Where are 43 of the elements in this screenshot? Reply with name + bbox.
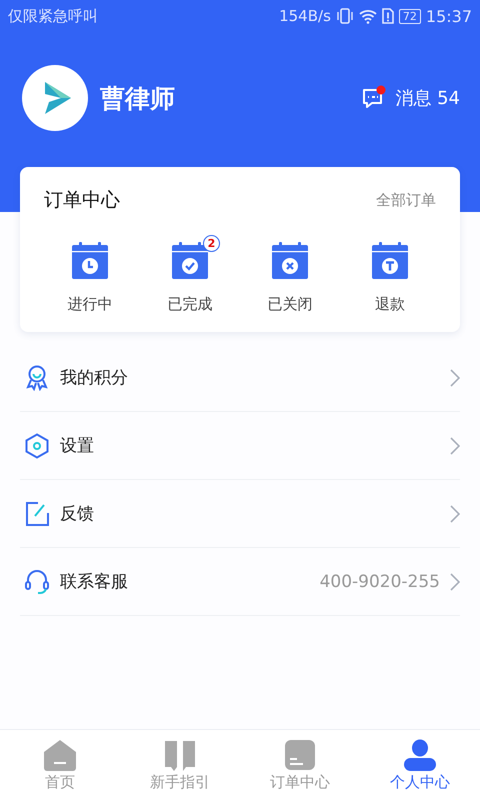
menu-label: 设置 [60, 435, 95, 457]
order-status-item[interactable]: 退款 [344, 233, 436, 314]
menu-icon [24, 568, 50, 594]
menu-label: 我的积分 [60, 367, 129, 389]
tab[interactable]: 个人中心 [360, 730, 480, 800]
vibrate-icon [336, 8, 354, 24]
tab-icon [283, 738, 317, 770]
chevron-right-icon [450, 436, 460, 454]
menu-icon [24, 432, 50, 458]
count-badge: 2 [203, 235, 220, 252]
order-status-item[interactable]: 2 已完成 [144, 233, 236, 314]
message-icon[interactable] [361, 85, 388, 111]
menu-item[interactable]: 反馈 [20, 480, 460, 548]
chevron-right-icon [450, 504, 460, 522]
menu-label: 反馈 [60, 503, 95, 525]
menu-icon [24, 364, 50, 390]
tab-icon [43, 738, 77, 770]
calendar-icon [272, 241, 308, 279]
calendar-icon [372, 241, 408, 279]
menu-item[interactable]: 联系客服 400-9020-255 [20, 548, 460, 616]
card-title: 订单中心 [44, 188, 120, 213]
wifi-icon [358, 8, 377, 24]
clock-text: 15:37 [426, 6, 472, 26]
menu-label: 联系客服 [60, 571, 129, 593]
menu-icon [24, 500, 50, 526]
carrier-text: 仅限紧急呼叫 [8, 6, 98, 26]
menu-item[interactable]: 设置 [20, 412, 460, 480]
tab-icon [163, 738, 197, 770]
order-status-item[interactable]: 进行中 [44, 233, 136, 314]
calendar-icon [172, 241, 208, 279]
menu-item[interactable]: 我的积分 [20, 344, 460, 412]
calendar-icon [72, 241, 108, 279]
tab-icon [403, 738, 437, 770]
order-status-item[interactable]: 已关闭 [244, 233, 336, 314]
messages-link[interactable]: 消息 54 [395, 86, 460, 110]
user-name: 曹律师 [100, 82, 176, 114]
network-speed: 154B/s [279, 7, 331, 25]
all-orders-link[interactable]: 全部订单 [376, 190, 436, 210]
battery-indicator: 72 [398, 8, 421, 24]
chevron-right-icon [450, 572, 460, 590]
phone-number: 400-9020-255 [320, 572, 440, 592]
sim-alert-icon [382, 8, 394, 24]
chevron-right-icon [450, 368, 460, 386]
